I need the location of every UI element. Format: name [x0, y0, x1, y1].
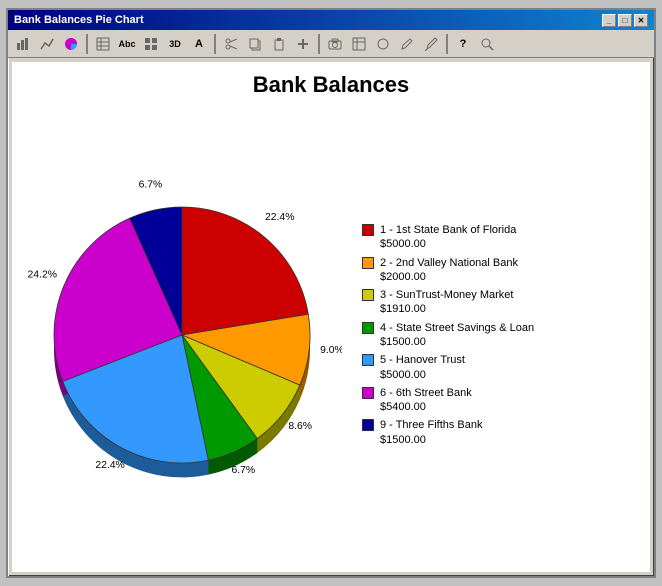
svg-text:24.2%: 24.2% [28, 270, 57, 281]
svg-text:8.6%: 8.6% [288, 421, 312, 432]
legend-item: 2 - 2nd Valley National Bank$2000.00 [362, 256, 640, 285]
toolbar-copy[interactable] [244, 33, 266, 55]
svg-text:9.0%: 9.0% [320, 345, 342, 356]
svg-text:6.7%: 6.7% [231, 465, 255, 476]
legend-color-box [362, 224, 374, 236]
legend-color-box [362, 354, 374, 366]
legend-item: 6 - 6th Street Bank$5400.00 [362, 386, 640, 415]
legend-color-box [362, 257, 374, 269]
toolbar-bar-chart[interactable] [12, 33, 34, 55]
legend-item: 5 - Hanover Trust$5000.00 [362, 353, 640, 382]
chart-content: Bank Balances 22.4% 9.0% 8.6% 6.7% 22.4% 24.2… [12, 62, 650, 572]
toolbar-text[interactable]: Abc [116, 33, 138, 55]
legend-label: 1 - 1st State Bank of Florida$5000.00 [380, 223, 516, 252]
legend-color-box [362, 289, 374, 301]
window-title: Bank Balances Pie Chart [14, 14, 144, 26]
svg-text:22.4%: 22.4% [265, 212, 294, 223]
title-bar-controls: _ □ ✕ [602, 14, 648, 27]
sep1 [86, 34, 88, 54]
legend-item: 9 - Three Fifths Bank$1500.00 [362, 418, 640, 447]
toolbar-line-chart[interactable] [36, 33, 58, 55]
maximize-button[interactable]: □ [618, 14, 632, 27]
toolbar-pencil[interactable] [396, 33, 418, 55]
toolbar-3d[interactable]: 3D [164, 33, 186, 55]
sep3 [318, 34, 320, 54]
legend-color-box [362, 322, 374, 334]
toolbar-paste[interactable] [268, 33, 290, 55]
legend-label: 2 - 2nd Valley National Bank$2000.00 [380, 256, 518, 285]
toolbar-camera[interactable] [324, 33, 346, 55]
toolbar-circle[interactable] [372, 33, 394, 55]
toolbar-table[interactable] [92, 33, 114, 55]
sep4 [446, 34, 448, 54]
svg-text:6.7%: 6.7% [139, 179, 163, 190]
toolbar-grid[interactable] [140, 33, 162, 55]
legend-item: 1 - 1st State Bank of Florida$5000.00 [362, 223, 640, 252]
toolbar-help[interactable]: ? [452, 33, 474, 55]
toolbar: Abc 3D A [8, 30, 654, 58]
sep2 [214, 34, 216, 54]
toolbar-search[interactable] [476, 33, 498, 55]
pie-chart: 22.4% 9.0% 8.6% 6.7% 22.4% 24.2% 6.7% [22, 175, 342, 495]
main-window: Bank Balances Pie Chart _ □ ✕ Abc 3D [6, 8, 656, 578]
toolbar-pen[interactable] [420, 33, 442, 55]
toolbar-add[interactable] [292, 33, 314, 55]
legend-color-box [362, 387, 374, 399]
toolbar-grid2[interactable] [348, 33, 370, 55]
minimize-button[interactable]: _ [602, 14, 616, 27]
legend-label: 3 - SunTrust-Money Market$1910.00 [380, 288, 513, 317]
chart-title: Bank Balances [253, 72, 410, 98]
legend-label: 5 - Hanover Trust$5000.00 [380, 353, 465, 382]
title-bar: Bank Balances Pie Chart _ □ ✕ [8, 10, 654, 30]
legend-item: 3 - SunTrust-Money Market$1910.00 [362, 288, 640, 317]
svg-text:22.4%: 22.4% [95, 460, 124, 471]
toolbar-scissors[interactable] [220, 33, 242, 55]
close-button[interactable]: ✕ [634, 14, 648, 27]
title-bar-title: Bank Balances Pie Chart [14, 14, 144, 26]
legend-label: 4 - State Street Savings & Loan$1500.00 [380, 321, 534, 350]
legend-item: 4 - State Street Savings & Loan$1500.00 [362, 321, 640, 350]
pie-svg: 22.4% 9.0% 8.6% 6.7% 22.4% 24.2% 6.7% [22, 175, 342, 495]
legend-label: 6 - 6th Street Bank$5400.00 [380, 386, 472, 415]
legend-label: 9 - Three Fifths Bank$1500.00 [380, 418, 483, 447]
toolbar-text2[interactable]: A [188, 33, 210, 55]
toolbar-pie-chart[interactable] [60, 33, 82, 55]
chart-legend: 1 - 1st State Bank of Florida$5000.00 2 -… [342, 223, 640, 447]
legend-color-box [362, 419, 374, 431]
chart-area: 22.4% 9.0% 8.6% 6.7% 22.4% 24.2% 6.7% 1 - 1st … [22, 108, 640, 562]
